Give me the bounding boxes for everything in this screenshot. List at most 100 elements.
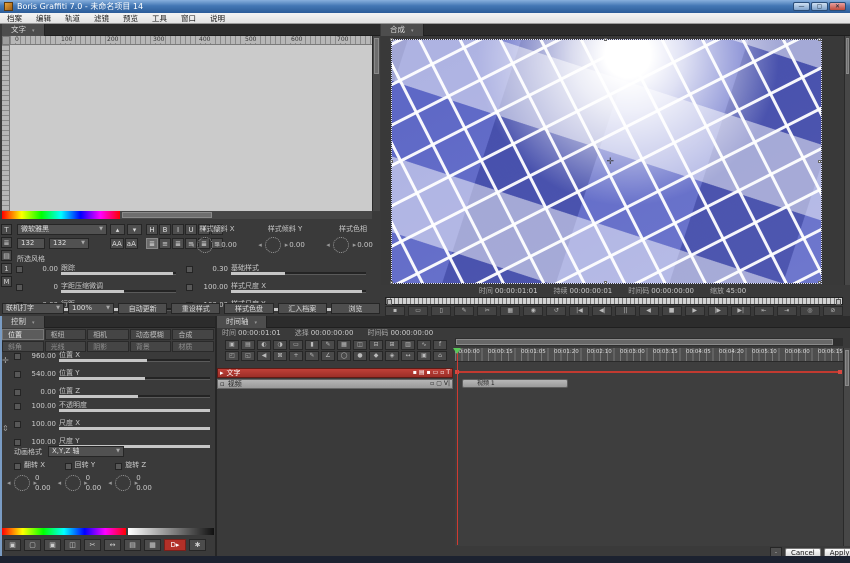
preview-monitor-button[interactable]: ▣ [4,539,21,551]
align-center-button[interactable]: ≡ [159,238,171,249]
selection-handle[interactable] [604,281,607,284]
scissors-button[interactable]: ✂ [84,539,101,551]
track-option-icon[interactable]: ▪ [413,369,417,377]
animate-checkbox[interactable] [14,421,21,428]
slider-groove[interactable] [59,427,210,430]
dual-monitor-button[interactable]: ▣ [44,539,61,551]
monitor-button[interactable]: ▢ [24,539,41,551]
track-option-icon[interactable]: ▭ [433,369,439,377]
tab-timeline[interactable]: 时间轴▾ [217,316,267,328]
delete-button[interactable]: ⊠ [273,351,287,361]
track-option-icon[interactable]: V| [444,380,450,388]
playhead-line[interactable] [457,348,458,545]
dial-revolutions[interactable]: 0 [136,474,152,482]
timeline-ruler[interactable]: 00:00:0000:00:1500:01:0500:01:2000:02:10… [455,348,843,362]
zoom-dropdown[interactable]: 100%▼ [68,303,114,314]
display-mode-button[interactable]: ▪ [385,306,405,316]
timeline-lane[interactable] [455,362,843,546]
library-button[interactable]: ▤ [124,539,141,551]
slider-groove[interactable] [231,272,366,275]
control-tab-动态模糊[interactable]: 动态模糊 [130,329,172,340]
color-spectrum-strip[interactable] [2,211,120,219]
snapshot-button[interactable]: ▣ [417,351,431,361]
keyframe-type-button[interactable]: ◈ [385,351,399,361]
animate-checkbox[interactable] [16,284,23,291]
animate-checkbox[interactable] [14,353,21,360]
animate-checkbox[interactable] [115,463,122,470]
home-button[interactable]: ⌂ [433,351,447,361]
dial-value[interactable]: 0.00 [221,241,237,249]
selection-handle[interactable] [390,38,393,41]
position-crosshair-icon[interactable]: ✛ [2,356,12,365]
back-button[interactable]: ◀ [257,351,271,361]
slider-groove[interactable] [231,290,366,293]
new-track-button[interactable]: ▣ [225,340,239,350]
track-option-icon[interactable]: ▪ [427,369,431,377]
pen-button[interactable]: ✎ [321,340,335,350]
resize-button[interactable]: ↔ [104,539,121,551]
step-forward-button[interactable]: |▶ [708,306,728,316]
font-size-field[interactable]: 132 [17,238,45,249]
expand-chevron-icon[interactable]: ▸ [220,369,224,377]
track-option-icon[interactable]: ▫ [430,380,434,388]
go-out-button[interactable]: ⇥ [777,306,797,316]
quality-button[interactable]: ▦ [500,306,520,316]
film-button[interactable]: ▦ [144,539,161,551]
slider-value[interactable]: 0.00 [24,388,56,396]
in-marker[interactable] [387,299,392,305]
text-tool-icon[interactable]: T [1,224,12,235]
dial-revolutions[interactable]: 0 [35,474,51,482]
bold-button[interactable]: B [159,224,171,235]
animate-checkbox[interactable] [65,463,72,470]
circle-button[interactable]: ◯ [337,351,351,361]
selection-handle[interactable] [390,160,393,163]
maximize-button[interactable]: ▢ [811,2,828,11]
slider-value[interactable]: 100.00 [196,283,228,291]
slider-groove[interactable] [61,272,176,275]
edit-tool-button[interactable]: ✎ [454,306,474,316]
font-down-button[interactable]: ▾ [127,224,142,235]
selection-handle[interactable] [818,281,821,284]
dial-knob[interactable] [333,237,349,253]
track-list-button[interactable]: ▤ [241,340,255,350]
menu-档案[interactable]: 档案 [0,13,29,24]
menu-滤镜[interactable]: 滤镜 [87,13,116,24]
hue-strip[interactable] [2,528,126,535]
track-option-icon[interactable]: ▤ [419,369,425,377]
angle-button[interactable]: ∠ [321,351,335,361]
play-button[interactable]: ▶ [685,306,705,316]
expand-button[interactable]: ⊞ [385,340,399,350]
button-样式色盘[interactable]: 样式色盘 [224,303,273,314]
dial-knob[interactable] [265,237,281,253]
expand-chevron-icon[interactable]: ▫ [220,380,225,388]
font-family-dropdown[interactable]: 微软雅黑▼ [17,224,107,235]
slider-groove[interactable] [61,290,176,293]
text-track-bar[interactable] [455,371,841,373]
selection-handle[interactable] [818,160,821,163]
slider-value[interactable]: 960.00 [24,352,56,360]
menu-窗口[interactable]: 窗口 [174,13,203,24]
animate-checkbox[interactable] [14,463,21,470]
ram-preview-button[interactable]: ◎ [800,306,820,316]
dial-degrees[interactable]: 0.00 [136,484,152,492]
menu-工具[interactable]: 工具 [145,13,174,24]
video-clip[interactable]: 视频 1 [462,379,568,388]
bar-button[interactable]: ▭ [289,340,303,350]
safe-area-button[interactable]: ▭ [408,306,428,316]
menu-轨道[interactable]: 轨道 [58,13,87,24]
animate-checkbox[interactable] [14,439,21,446]
selection-handle[interactable] [390,281,393,284]
decrease-size-button[interactable]: aA [125,238,138,249]
font-up-button[interactable]: ▴ [110,224,125,235]
style-list-icon[interactable]: ≣ [1,237,12,248]
add-keyframe-button[interactable]: + [289,351,303,361]
effects-button[interactable]: f [433,340,447,350]
menu-编辑[interactable]: 编辑 [29,13,58,24]
align-right-button[interactable]: ≣ [172,238,184,249]
menu-预览[interactable]: 预览 [116,13,145,24]
composite-vertical-scrollbar[interactable] [844,36,850,285]
minimize-button[interactable]: — [793,2,810,11]
fit-button[interactable]: ↔ [401,351,415,361]
slider-value[interactable]: 0 [26,283,58,291]
slider-value[interactable]: 540.00 [24,370,56,378]
